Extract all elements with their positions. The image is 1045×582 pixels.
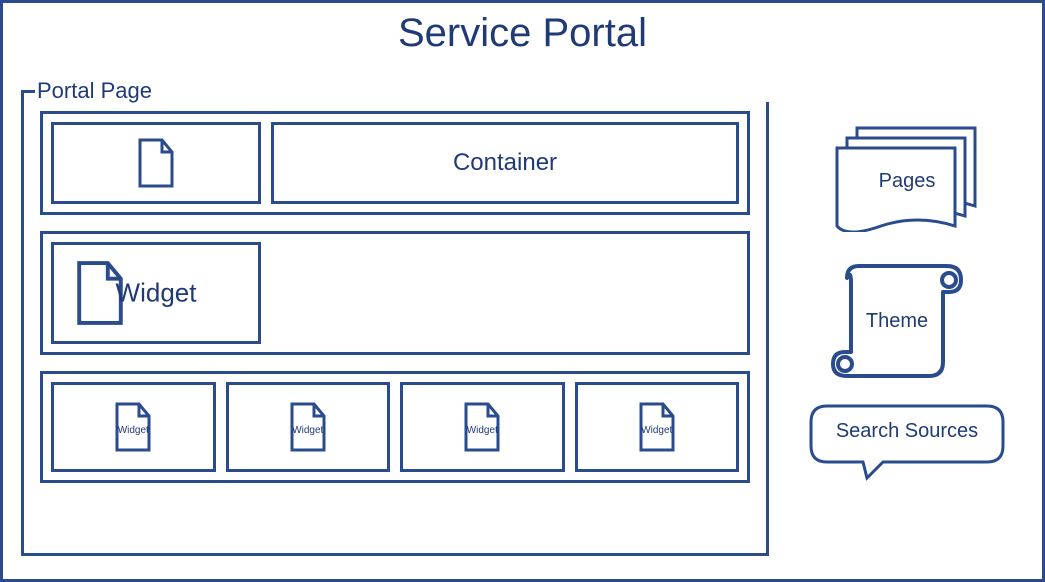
widget-small-3: Widget	[400, 382, 565, 472]
widget-small-2: Widget	[226, 382, 391, 472]
container-cell-label: Container	[271, 122, 739, 204]
search-sources-block: Search Sources	[807, 402, 1007, 482]
widget-small-4: Widget	[575, 382, 740, 472]
portal-page-label: Portal Page	[35, 80, 769, 102]
container-cell-icon	[51, 122, 261, 204]
container-row-3: Widget Widget	[40, 371, 750, 483]
widget-small-label: Widget	[229, 425, 388, 436]
left-column: Portal Page Container	[21, 62, 769, 556]
content-row: Portal Page Container	[21, 62, 1024, 556]
container-row-1: Container	[40, 111, 750, 215]
theme-label: Theme	[827, 310, 967, 333]
widget-small-1: Widget	[51, 382, 216, 472]
widget-small-label: Widget	[578, 425, 737, 436]
widget-large-cell: Widget	[51, 242, 261, 344]
widget-small-label: Widget	[54, 425, 213, 436]
widget-large-label: Widget	[116, 278, 197, 309]
container-row-2: Widget	[40, 231, 750, 355]
pages-label: Pages	[827, 170, 987, 193]
document-icon	[136, 138, 176, 188]
portal-page-box: Container Widget	[21, 90, 769, 556]
container-label: Container	[453, 149, 557, 177]
document-icon	[74, 260, 126, 326]
theme-block: Theme	[827, 262, 967, 382]
service-portal-frame: Service Portal Portal Page	[0, 0, 1045, 582]
empty-flex	[271, 242, 739, 344]
right-column: Pages Theme Search Sources	[787, 62, 1024, 556]
search-sources-label: Search Sources	[807, 420, 1007, 443]
page-title: Service Portal	[21, 11, 1024, 56]
widget-small-label: Widget	[403, 425, 562, 436]
pages-block: Pages	[827, 122, 987, 232]
